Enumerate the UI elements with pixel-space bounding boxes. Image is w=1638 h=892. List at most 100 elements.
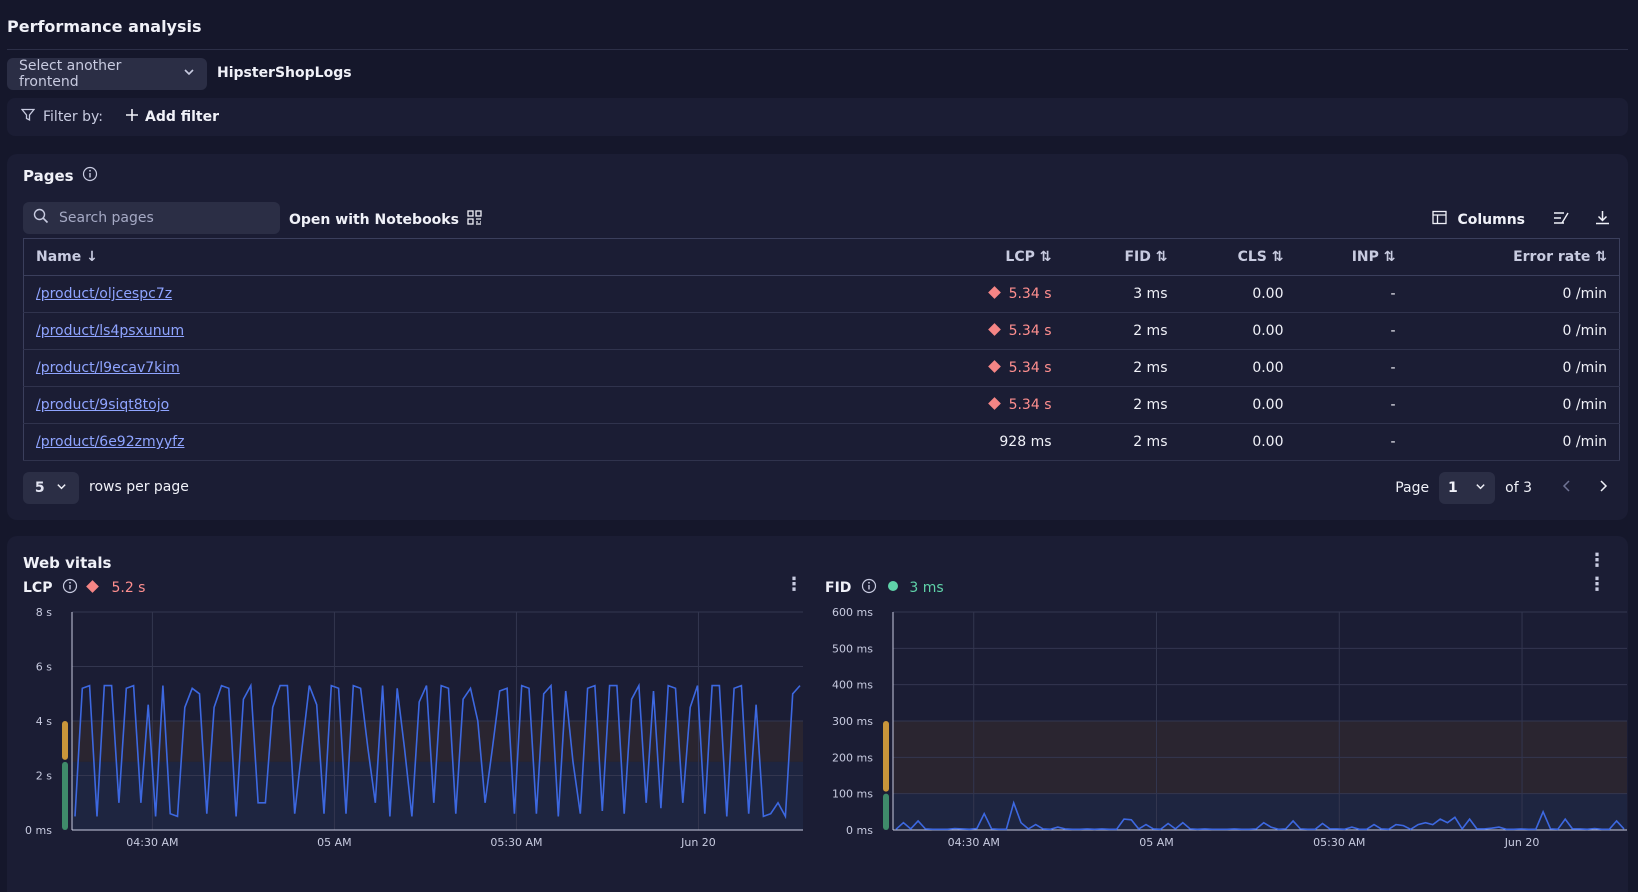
error-rate-cell-text: 0 /min <box>1562 434 1607 450</box>
col-header-error-rate[interactable]: Error rate ⇅ <box>1407 238 1620 276</box>
fid-label: FID <box>825 580 852 596</box>
x-tick-label: 05:30 AM <box>490 836 542 849</box>
filter-icon <box>20 108 36 126</box>
cls-cell-text: 0.00 <box>1252 286 1284 302</box>
good-indicator <box>62 761 68 830</box>
web-vitals-title: Web vitals <box>23 554 112 572</box>
lcp-cell-text: 5.34 s <box>1008 360 1052 376</box>
lcp-cell-text: 5.34 s <box>1008 397 1052 413</box>
y-tick-label: 2 s <box>36 770 52 783</box>
page-current: 1 <box>1447 480 1458 496</box>
lcp-cell-text: 5.34 s <box>1008 286 1052 302</box>
rows-per-page-value: 5 <box>34 480 45 496</box>
table-row[interactable]: /product/9siqt8tojo 5.34 s 2 ms 0.00 - 0 /min <box>23 386 1620 424</box>
x-tick-label: 04:30 AM <box>126 836 178 849</box>
y-tick-label: 8 s <box>36 606 52 619</box>
fid-chart: 0 ms 100 ms 200 ms 300 ms 400 ms 500 ms 600 ms… <box>832 606 1627 849</box>
table-row[interactable]: /product/oljcespc7z 5.34 s 3 ms 0.00 - 0 /min <box>23 275 1620 313</box>
page-name-link[interactable]: /product/6e92zmyyfz <box>23 423 944 461</box>
page-select[interactable]: 1 <box>1439 472 1496 504</box>
col-header-cls[interactable]: CLS ⇅ <box>1179 238 1296 276</box>
download-icon[interactable] <box>1595 210 1610 229</box>
lcp-more-icon[interactable]: ⋮ <box>785 574 803 595</box>
error-rate-cell: 0 /min <box>1407 349 1620 387</box>
lcp-label: LCP <box>23 580 53 596</box>
fid-cell: 3 ms <box>1063 275 1180 313</box>
columns-button[interactable]: Columns <box>1432 210 1525 229</box>
col-header-name[interactable]: Name ↓ <box>23 238 944 276</box>
fid-cell-text: 3 ms <box>1133 286 1168 302</box>
col-header-inp[interactable]: INP ⇅ <box>1295 238 1408 276</box>
error-rate-cell-text: 0 /min <box>1562 323 1607 339</box>
columns-label: Columns <box>1457 211 1525 228</box>
lcp-cell: 5.34 s <box>943 275 1064 313</box>
fid-more-icon[interactable]: ⋮ <box>1588 574 1606 595</box>
fid-cell-text: 2 ms <box>1133 323 1168 339</box>
info-icon[interactable] <box>82 166 98 186</box>
divider <box>7 49 1628 50</box>
search-input[interactable]: Search pages <box>23 202 280 234</box>
fid-value: 3 ms <box>909 580 944 596</box>
columns-icon <box>1432 210 1448 229</box>
chevron-left-icon[interactable] <box>1562 480 1572 496</box>
needs-improvement-indicator <box>883 721 889 792</box>
search-placeholder: Search pages <box>59 210 154 226</box>
cls-cell-text: 0.00 <box>1252 434 1284 450</box>
select-frontend-label: Select another frontend <box>19 58 122 90</box>
x-tick-label: Jun 20 <box>680 836 716 849</box>
x-tick-label: 05:30 AM <box>1313 836 1365 849</box>
table-row[interactable]: /product/6e92zmyyfz 928 ms 2 ms 0.00 - 0 /min <box>23 423 1620 461</box>
page-name-link-text: /product/l9ecav7kim <box>36 360 180 376</box>
error-rate-cell-text: 0 /min <box>1562 397 1607 413</box>
inp-cell-text: - <box>1390 360 1396 376</box>
col-header-fid[interactable]: FID ⇅ <box>1063 238 1180 276</box>
lcp-chart: 0 ms 2 s 4 s 6 s 8 s 04:30 AM 05 AM 05:30 AM Jun… <box>25 606 803 849</box>
open-notebooks-button[interactable]: Open with Notebooks <box>289 210 482 229</box>
chevron-down-icon <box>1475 480 1486 496</box>
page-title: Performance analysis <box>7 17 202 36</box>
y-tick-label: 6 s <box>36 661 52 674</box>
fid-cell: 2 ms <box>1063 312 1180 350</box>
x-tick-label: Jun 20 <box>1504 836 1540 849</box>
info-icon[interactable] <box>62 578 78 598</box>
fid-cell-text: 2 ms <box>1133 360 1168 376</box>
fid-cell-text: 2 ms <box>1133 434 1168 450</box>
chevron-right-icon[interactable] <box>1598 480 1608 496</box>
add-filter-button[interactable]: Add filter <box>125 108 219 126</box>
y-tick-label: 500 ms <box>832 642 873 655</box>
fid-cell-text: 2 ms <box>1133 397 1168 413</box>
table-row[interactable]: /product/l9ecav7kim 5.34 s 2 ms 0.00 - 0 /min <box>23 349 1620 387</box>
inp-cell: - <box>1295 423 1408 461</box>
y-tick-label: 0 ms <box>25 824 52 837</box>
select-frontend-button[interactable]: Select another frontend <box>7 58 207 90</box>
rows-per-page-select[interactable]: 5 <box>23 472 79 504</box>
table-header-row: Name ↓ LCP ⇅ FID ⇅ CLS ⇅ INP ⇅ Error rat… <box>23 238 1620 276</box>
page-name-link-text: /product/9siqt8tojo <box>36 397 170 413</box>
x-tick-label: 05 AM <box>1139 836 1174 849</box>
pagination: Page 1 of 3 <box>1395 472 1608 504</box>
fid-cell: 2 ms <box>1063 423 1180 461</box>
col-header-lcp[interactable]: LCP ⇅ <box>943 238 1064 276</box>
page-name-link[interactable]: /product/oljcespc7z <box>23 275 944 313</box>
page-name-link[interactable]: /product/l9ecav7kim <box>23 349 944 387</box>
cls-cell: 0.00 <box>1179 386 1296 424</box>
more-options-icon[interactable]: ⋮ <box>1588 550 1606 571</box>
lcp-cell-text: 928 ms <box>999 434 1052 450</box>
page-name-link[interactable]: /product/ls4psxunum <box>23 312 944 350</box>
table-row[interactable]: /product/ls4psxunum 5.34 s 2 ms 0.00 - 0 /min <box>23 312 1620 350</box>
filter-bar: Filter by: Add filter <box>7 98 1628 136</box>
error-rate-cell: 0 /min <box>1407 423 1620 461</box>
y-tick-label: 0 ms <box>846 824 873 837</box>
needs-improvement-indicator <box>62 721 68 760</box>
error-rate-cell: 0 /min <box>1407 275 1620 313</box>
inp-cell: - <box>1295 275 1408 313</box>
fid-cell: 2 ms <box>1063 349 1180 387</box>
inp-cell: - <box>1295 386 1408 424</box>
x-tick-label: 04:30 AM <box>948 836 1000 849</box>
chart-settings-icon[interactable] <box>1553 210 1570 229</box>
info-icon[interactable] <box>861 578 877 598</box>
add-filter-label: Add filter <box>145 109 220 125</box>
page-name-link[interactable]: /product/9siqt8tojo <box>23 386 944 424</box>
rows-per-page-label: rows per page <box>89 479 189 495</box>
warning-diamond-icon <box>987 323 1001 336</box>
